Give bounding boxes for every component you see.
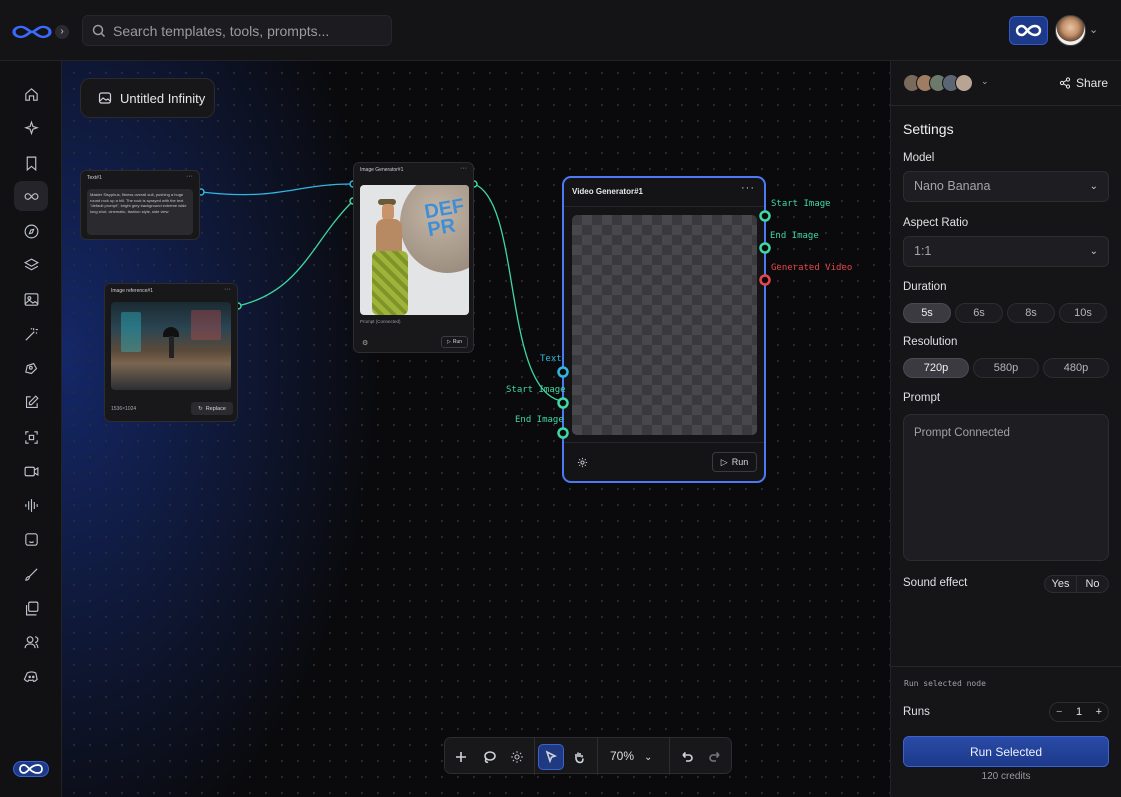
- duration-label: Duration: [903, 281, 947, 293]
- chevron-down-icon: ⌄: [1089, 246, 1098, 257]
- users-icon[interactable]: [14, 627, 48, 657]
- gallery-icon[interactable]: [14, 593, 48, 623]
- resolution-option-580p[interactable]: 580p: [973, 358, 1039, 378]
- aspect-ratio-select[interactable]: 1:1 ⌄: [903, 236, 1109, 267]
- port-markers: [557, 210, 771, 439]
- runs-label: Runs: [903, 706, 930, 718]
- increment-button[interactable]: +: [1096, 706, 1102, 718]
- collaborator-avatars[interactable]: ⌄: [903, 74, 989, 94]
- workflow-canvas[interactable]: Untitled Infinity Text#1 ··· Master Sisy…: [62, 61, 890, 797]
- duration-options: 5s 6s 8s 10s: [903, 303, 1107, 323]
- runs-stepper: − 1 +: [1049, 702, 1109, 722]
- add-node-button[interactable]: [448, 744, 474, 770]
- discord-icon[interactable]: [14, 661, 48, 691]
- input-port-start-image[interactable]: Start Image: [506, 385, 566, 395]
- divider: [891, 666, 1121, 667]
- redo-button[interactable]: [702, 744, 728, 770]
- expand-sidebar-button[interactable]: ›: [55, 25, 69, 39]
- input-port-end-image[interactable]: End Image: [515, 415, 564, 425]
- share-icon: [1059, 77, 1071, 89]
- divider: [534, 738, 535, 775]
- chevron-down-icon: ⌄: [981, 76, 989, 86]
- redo-icon: [709, 751, 720, 762]
- share-button[interactable]: Share: [1059, 76, 1108, 90]
- undo-button[interactable]: [674, 744, 700, 770]
- search-icon: [92, 24, 106, 38]
- output-port-start-image[interactable]: Start Image: [771, 199, 831, 209]
- brand-infinity-button[interactable]: [1009, 16, 1048, 45]
- user-avatar[interactable]: [1055, 15, 1086, 46]
- canvas-toolbar: 70% ⌄: [444, 737, 732, 775]
- settings-button[interactable]: [504, 744, 530, 770]
- resolution-option-480p[interactable]: 480p: [1043, 358, 1109, 378]
- edit-icon[interactable]: [14, 387, 48, 417]
- plus-icon: [456, 752, 466, 762]
- undo-icon: [682, 751, 693, 762]
- chevron-down-icon[interactable]: ⌄: [1089, 23, 1098, 36]
- settings-title: Settings: [903, 121, 954, 137]
- runs-value[interactable]: 1: [1076, 706, 1082, 718]
- resolution-label: Resolution: [903, 336, 958, 348]
- output-port-end-image[interactable]: End Image: [770, 231, 819, 241]
- layers-icon[interactable]: [14, 250, 48, 280]
- model-select[interactable]: Nano Banana ⌄: [903, 171, 1109, 202]
- select-tool-button[interactable]: [538, 744, 564, 770]
- sparkles-icon[interactable]: [14, 113, 48, 143]
- compass-icon[interactable]: [14, 216, 48, 246]
- duration-option-5s[interactable]: 5s: [903, 303, 951, 323]
- chevron-down-icon: ⌄: [1089, 181, 1098, 192]
- cursor-icon: [545, 750, 558, 764]
- aspect-ratio-label: Aspect Ratio: [903, 217, 969, 229]
- gear-icon: [511, 751, 523, 763]
- duration-option-8s[interactable]: 8s: [1007, 303, 1055, 323]
- search-input[interactable]: [113, 16, 383, 45]
- sound-effect-label: Sound effect: [903, 577, 968, 589]
- infinity-logo-icon[interactable]: [13, 761, 49, 777]
- model-label: Model: [903, 152, 935, 164]
- prompt-box[interactable]: [903, 414, 1109, 561]
- app-root: › ⌄ U: [0, 0, 1121, 797]
- sound-no-option[interactable]: No: [1076, 576, 1108, 592]
- brush-icon[interactable]: [14, 559, 48, 589]
- sound-yes-option[interactable]: Yes: [1045, 576, 1076, 592]
- sound-effect-toggle: Yes No: [1044, 575, 1109, 593]
- settings-panel: ⌄ Share Settings Model Nano Banana ⌄ Asp…: [890, 61, 1121, 797]
- bookmark-icon[interactable]: [14, 148, 48, 178]
- search-bar[interactable]: [82, 15, 392, 46]
- lasso-button[interactable]: [476, 744, 502, 770]
- input-port-text[interactable]: Text: [540, 354, 562, 364]
- pen-tool-icon[interactable]: [14, 353, 48, 383]
- video-icon[interactable]: [14, 456, 48, 486]
- avatar: [955, 74, 973, 92]
- duration-option-10s[interactable]: 10s: [1059, 303, 1107, 323]
- prompt-input[interactable]: [904, 415, 1108, 560]
- magic-wand-icon[interactable]: [14, 319, 48, 349]
- infinity-icon[interactable]: [14, 181, 48, 211]
- credits-cost: 120 credits: [981, 771, 1031, 782]
- home-icon[interactable]: [14, 79, 48, 109]
- top-bar: › ⌄: [0, 0, 1121, 61]
- infinity-icon: [1015, 24, 1042, 37]
- face-icon[interactable]: [14, 524, 48, 554]
- crop-icon[interactable]: [14, 422, 48, 452]
- resolution-options: 720p 580p 480p: [903, 358, 1109, 378]
- image-icon[interactable]: [14, 284, 48, 314]
- duration-option-6s[interactable]: 6s: [955, 303, 1003, 323]
- lasso-icon: [484, 751, 496, 764]
- decrement-button[interactable]: −: [1056, 706, 1062, 718]
- run-selected-button[interactable]: Run Selected: [903, 736, 1109, 767]
- pan-tool-button[interactable]: [566, 744, 592, 770]
- output-port-generated-video[interactable]: Generated Video: [771, 263, 852, 273]
- prompt-label: Prompt: [903, 392, 941, 404]
- sidebar: [0, 61, 62, 797]
- resolution-option-720p[interactable]: 720p: [903, 358, 969, 378]
- run-selected-note: Run selected node: [904, 679, 986, 688]
- hand-icon: [575, 752, 584, 764]
- audio-wave-icon[interactable]: [14, 490, 48, 520]
- divider: [597, 738, 598, 775]
- zoom-level[interactable]: 70% ⌄: [610, 749, 652, 763]
- divider: [891, 105, 1121, 106]
- divider: [669, 738, 670, 775]
- chevron-down-icon: ⌄: [644, 752, 653, 763]
